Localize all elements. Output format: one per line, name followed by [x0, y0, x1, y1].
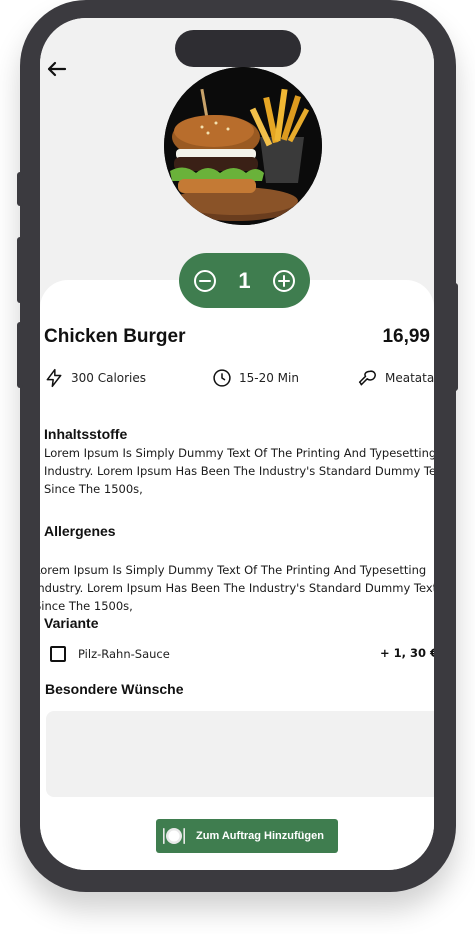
ingredients-heading: Inhaltsstoffe	[44, 426, 128, 442]
text-line: Since The 1500s,	[40, 599, 133, 613]
text-line: Industry. Lorem Ipsum Has Been The Indus…	[44, 464, 434, 478]
lightning-icon	[46, 368, 62, 388]
food-image	[164, 67, 322, 225]
special-requests-input[interactable]	[46, 711, 434, 797]
dynamic-island	[175, 30, 301, 67]
variant-checkbox[interactable]	[50, 646, 66, 662]
add-to-order-button[interactable]: Zum Auftrag Hinzufügen	[156, 819, 338, 853]
category-label: Meatatarian	[385, 371, 434, 385]
back-arrow-icon[interactable]	[44, 56, 70, 82]
phone-side-button	[17, 237, 23, 303]
text-line: Lorem Ipsum Is Simply Dummy Text Of The …	[44, 446, 434, 460]
calories-label: 300 Calories	[71, 371, 147, 385]
product-price: 16,99	[382, 326, 430, 347]
meat-drumstick-icon	[358, 370, 376, 386]
plate-cutlery-icon	[163, 828, 185, 844]
text-line: Lorem Ipsum Is Simply Dummy Text Of The …	[40, 563, 427, 577]
phone-side-button	[17, 172, 23, 206]
clock-icon	[213, 369, 231, 387]
variant-heading: Variante	[44, 615, 99, 631]
add-to-order-label: Zum Auftrag Hinzufügen	[196, 830, 324, 842]
allergens-text: Lorem Ipsum Is Simply Dummy Text Of The …	[40, 561, 434, 615]
quantity-value: 1	[238, 267, 251, 293]
category-info: Meatatarian	[358, 368, 434, 388]
variant-option-price: + 1, 30 €	[379, 646, 434, 660]
phone-side-button	[17, 322, 23, 388]
ingredients-text: Lorem Ipsum Is Simply Dummy Text Of The …	[44, 444, 434, 498]
product-title: Chicken Burger	[44, 326, 186, 347]
phone-side-button	[452, 283, 458, 391]
app-screen: 1 Chicken Burger 16,99 300 Calories 15-2…	[40, 18, 434, 870]
text-line: Industry. Lorem Ipsum Has Been The Indus…	[40, 581, 434, 595]
time-label: 15-20 Min	[239, 371, 299, 385]
allergens-heading: Allergenes	[44, 523, 116, 539]
variant-option-label: Pilz-Rahn-Sauce	[78, 647, 170, 661]
text-line: Since The 1500s,	[44, 482, 143, 496]
calories-info: 300 Calories	[44, 368, 146, 388]
time-info: 15-20 Min	[212, 368, 299, 388]
quantity-stepper[interactable]: 1	[179, 253, 310, 308]
minus-circle-icon[interactable]	[193, 269, 217, 293]
special-requests-heading: Besondere Wünsche	[45, 681, 184, 697]
plus-circle-icon[interactable]	[272, 269, 296, 293]
